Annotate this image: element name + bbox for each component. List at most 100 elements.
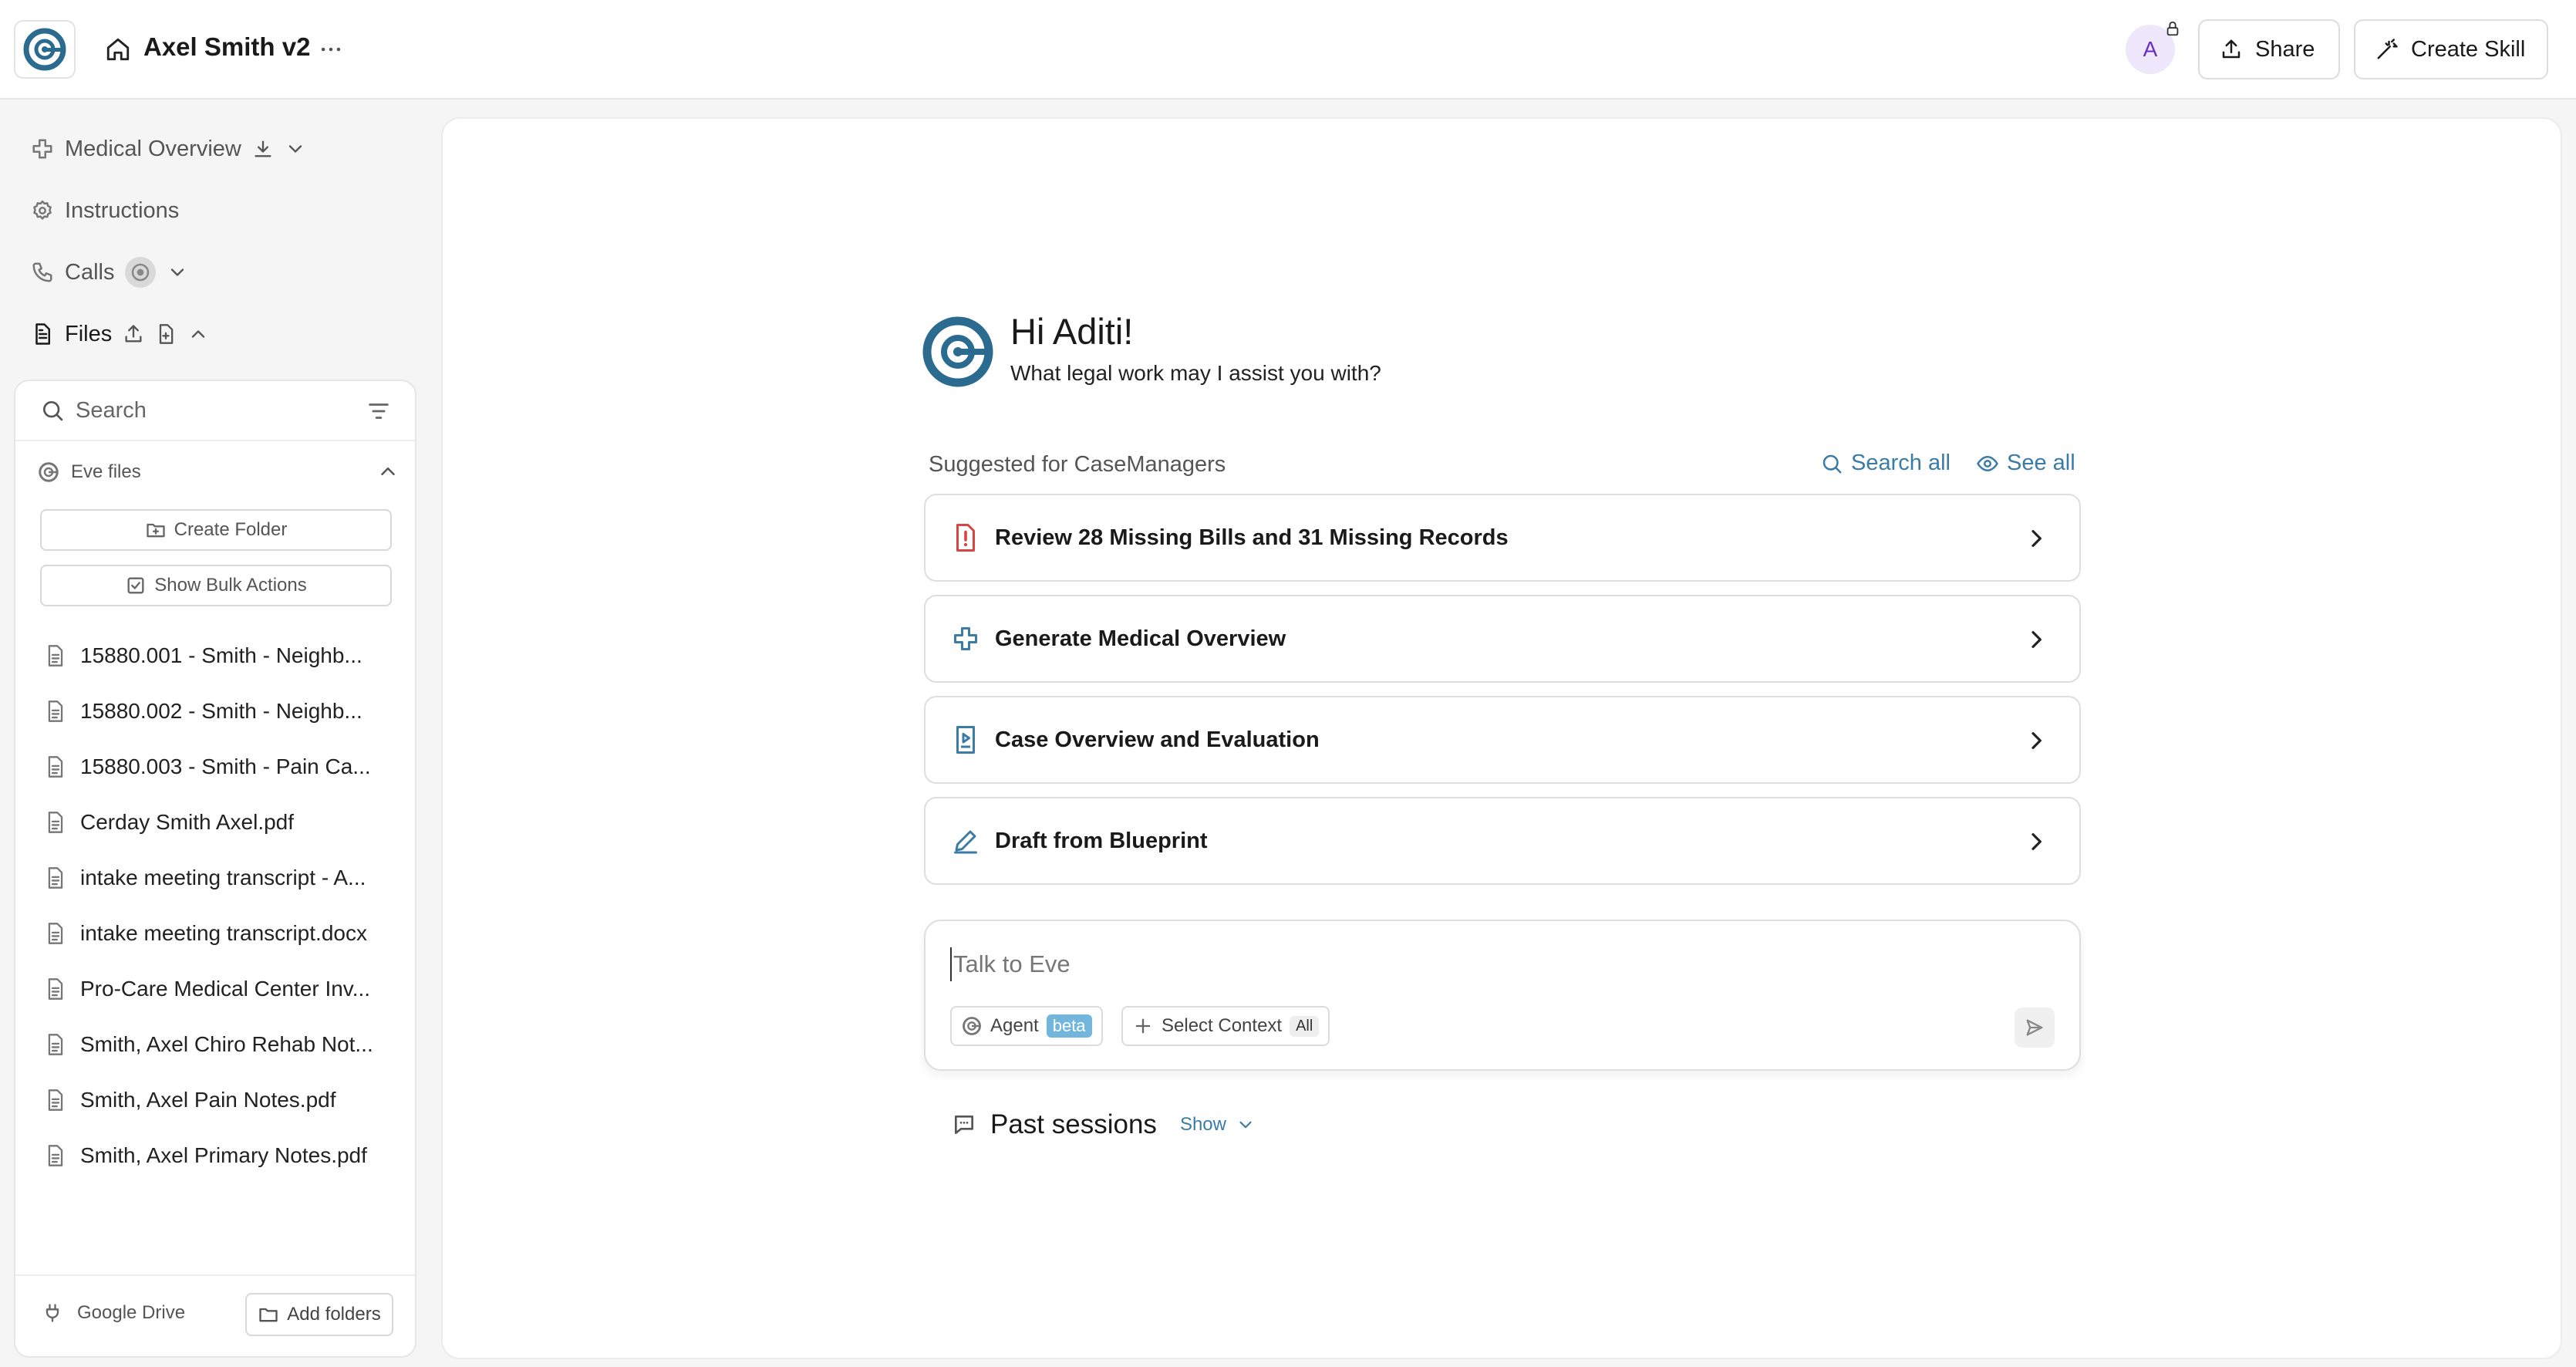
suggestion-card-medical-overview[interactable]: Generate Medical Overview bbox=[924, 595, 2081, 683]
files-panel-footer: Google Drive Add folders bbox=[15, 1274, 415, 1356]
suggested-label: Suggested for CaseManagers bbox=[929, 452, 1226, 477]
file-icon bbox=[48, 1145, 63, 1166]
app-logo[interactable] bbox=[14, 20, 76, 79]
more-options-icon[interactable] bbox=[318, 36, 344, 62]
nav-medical-overview-label: Medical Overview bbox=[65, 136, 241, 161]
send-button[interactable] bbox=[2015, 1008, 2055, 1048]
greeting-subtitle: What legal work may I assist you with? bbox=[1010, 361, 1381, 385]
select-context-label: Select Context bbox=[1162, 1015, 1283, 1036]
add-folders-button[interactable]: Add folders bbox=[245, 1293, 393, 1336]
file-list-item[interactable]: Pro-Care Medical Center Inv... bbox=[45, 961, 400, 1017]
file-name: 15880.002 - Smith - Neighb... bbox=[80, 699, 362, 723]
file-name: 15880.001 - Smith - Neighb... bbox=[80, 643, 362, 667]
select-context-button[interactable]: Select Context All bbox=[1121, 1006, 1330, 1046]
create-skill-button[interactable]: Create Skill bbox=[2354, 19, 2548, 79]
file-list-item[interactable]: Smith, Axel Primary Notes.pdf bbox=[45, 1128, 400, 1183]
file-list-item[interactable]: Cerday Smith Axel.pdf bbox=[45, 795, 400, 850]
download-icon[interactable] bbox=[252, 138, 274, 160]
suggestion-card-label: Review 28 Missing Bills and 31 Missing R… bbox=[995, 525, 1509, 550]
send-icon bbox=[2026, 1019, 2043, 1036]
chat-input[interactable] bbox=[950, 947, 2030, 981]
nav-instructions[interactable]: Instructions bbox=[31, 191, 179, 230]
search-all-label: Search all bbox=[1851, 451, 1951, 475]
suggestion-card-draft-blueprint[interactable]: Draft from Blueprint bbox=[924, 797, 2081, 885]
new-file-icon[interactable] bbox=[155, 323, 177, 345]
see-all-label: See all bbox=[2007, 451, 2075, 475]
page-title: Axel Smith v2 bbox=[143, 32, 311, 61]
magic-wand-icon bbox=[2377, 39, 2398, 59]
suggestion-card-label: Case Overview and Evaluation bbox=[995, 727, 1320, 752]
file-icon bbox=[48, 700, 63, 722]
presentation-icon bbox=[956, 726, 975, 754]
chevron-down-icon[interactable] bbox=[285, 138, 306, 160]
show-bulk-actions-button[interactable]: Show Bulk Actions bbox=[40, 565, 392, 606]
file-icon bbox=[48, 923, 63, 944]
file-list-item[interactable]: Smith, Axel Chiro Rehab Not... bbox=[45, 1017, 400, 1072]
chat-bubble-icon bbox=[955, 1116, 973, 1134]
share-button-label: Share bbox=[2255, 36, 2315, 62]
show-past-sessions-link[interactable]: Show bbox=[1180, 1114, 1226, 1136]
file-list-item[interactable]: intake meeting transcript.docx bbox=[45, 906, 400, 961]
suggestion-card-case-overview[interactable]: Case Overview and Evaluation bbox=[924, 696, 2081, 784]
eye-icon bbox=[1977, 455, 1998, 471]
file-icon bbox=[48, 1034, 63, 1055]
eve-logo-icon bbox=[39, 462, 59, 482]
file-name: Pro-Care Medical Center Inv... bbox=[80, 977, 371, 1001]
chevron-up-icon[interactable] bbox=[376, 460, 400, 483]
plug-icon bbox=[46, 1304, 59, 1322]
suggestion-card-missing-records[interactable]: Review 28 Missing Bills and 31 Missing R… bbox=[924, 494, 2081, 582]
context-all-badge: All bbox=[1290, 1015, 1320, 1037]
file-list-item[interactable]: Smith, Axel Pain Notes.pdf bbox=[45, 1072, 400, 1128]
chevron-right-icon bbox=[2031, 833, 2042, 850]
show-bulk-actions-label: Show Bulk Actions bbox=[154, 575, 307, 596]
nav-calls[interactable]: Calls bbox=[31, 253, 188, 292]
file-icon bbox=[48, 867, 63, 889]
see-all-link[interactable]: See all bbox=[1976, 451, 2075, 476]
file-list-item[interactable]: 15880.001 - Smith - Neighb... bbox=[45, 628, 400, 684]
eve-files-section-header[interactable]: Eve files bbox=[37, 457, 400, 488]
file-name: 15880.003 - Smith - Pain Ca... bbox=[80, 754, 371, 778]
calls-status-icon bbox=[125, 257, 157, 288]
chevron-up-icon[interactable] bbox=[187, 323, 209, 345]
nav-files[interactable]: Files bbox=[31, 315, 209, 353]
file-list-item[interactable]: 15880.002 - Smith - Neighb... bbox=[45, 684, 400, 739]
chevron-right-icon bbox=[2031, 530, 2042, 547]
agent-label: Agent bbox=[990, 1015, 1039, 1036]
file-name: Smith, Axel Pain Notes.pdf bbox=[80, 1088, 336, 1112]
top-header: Axel Smith v2 A Share Create Skill bbox=[0, 0, 2576, 100]
search-icon bbox=[43, 401, 63, 421]
file-search-input[interactable] bbox=[76, 397, 353, 424]
folder-plus-icon bbox=[146, 523, 165, 538]
file-name: intake meeting transcript - A... bbox=[80, 866, 366, 889]
past-sessions-header: Past sessions Show bbox=[952, 1109, 1256, 1140]
add-folders-label: Add folders bbox=[287, 1304, 381, 1325]
filter-icon[interactable] bbox=[366, 398, 392, 424]
home-icon[interactable] bbox=[105, 36, 131, 62]
file-icon bbox=[48, 812, 63, 833]
nav-calls-label: Calls bbox=[65, 259, 115, 285]
files-panel: Eve files Create Folder Show Bulk Action… bbox=[14, 380, 416, 1358]
share-button[interactable]: Share bbox=[2198, 19, 2340, 79]
nav-medical-overview[interactable]: Medical Overview bbox=[31, 130, 306, 168]
pencil-icon bbox=[954, 830, 977, 854]
chevron-down-icon[interactable] bbox=[167, 262, 188, 283]
create-skill-label: Create Skill bbox=[2411, 36, 2526, 62]
chevron-down-icon[interactable] bbox=[1236, 1115, 1256, 1135]
file-icon bbox=[48, 978, 63, 1000]
file-list-item[interactable]: 15880.003 - Smith - Pain Ca... bbox=[45, 739, 400, 795]
create-folder-button[interactable]: Create Folder bbox=[40, 509, 392, 551]
file-list-item[interactable]: intake meeting transcript - A... bbox=[45, 850, 400, 906]
search-all-link[interactable]: Search all bbox=[1820, 451, 1951, 476]
medical-cross-icon bbox=[32, 139, 52, 159]
suggestion-card-label: Draft from Blueprint bbox=[995, 828, 1208, 853]
google-drive-connector[interactable]: Google Drive bbox=[42, 1302, 185, 1324]
upload-icon[interactable] bbox=[123, 323, 144, 345]
file-name: Smith, Axel Chiro Rehab Not... bbox=[80, 1032, 373, 1056]
phone-icon bbox=[32, 262, 52, 282]
file-icon bbox=[35, 323, 50, 345]
file-search-bar bbox=[15, 381, 415, 441]
suggestion-card-label: Generate Medical Overview bbox=[995, 626, 1286, 651]
eve-logo-icon bbox=[23, 28, 66, 71]
agent-mode-toggle[interactable]: Agent beta bbox=[950, 1006, 1103, 1046]
file-icon bbox=[48, 756, 63, 778]
